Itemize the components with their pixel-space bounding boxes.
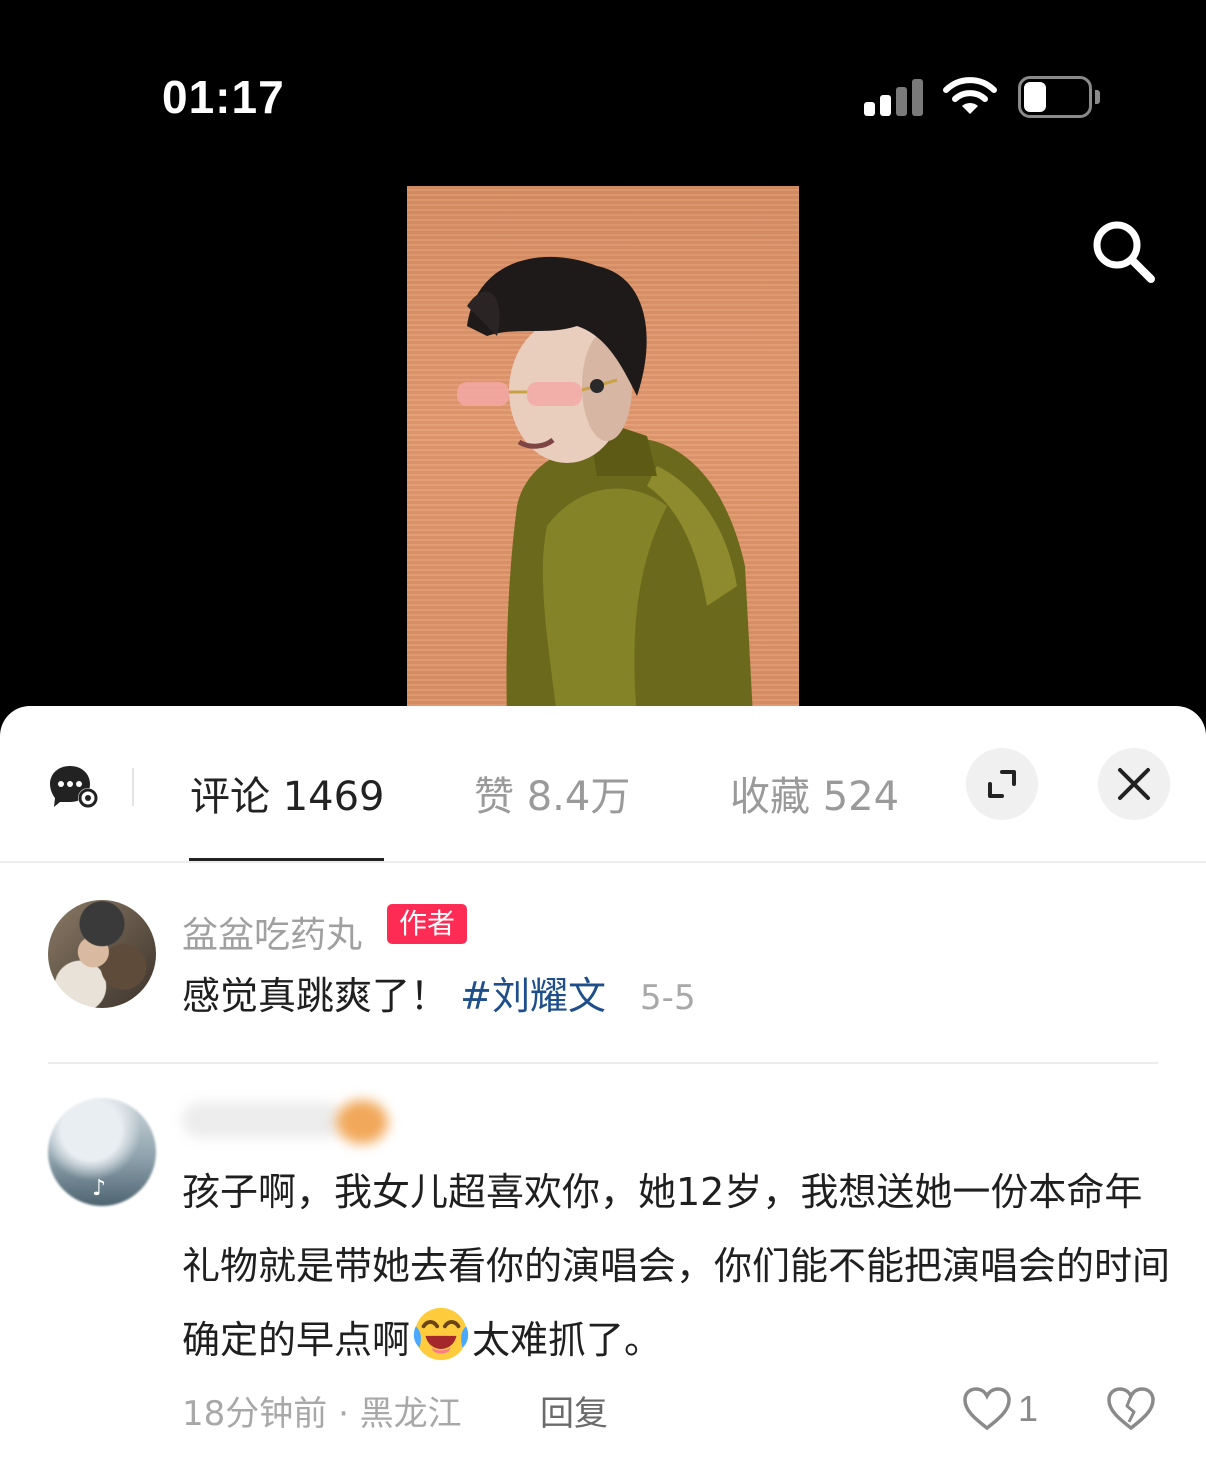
comment-body: 感觉真跳爽了！	[182, 974, 449, 1018]
avatar[interactable]	[48, 900, 156, 1008]
comment-date: 5-5	[640, 978, 696, 1018]
search-icon[interactable]	[1088, 216, 1158, 290]
comments-sheet: 评论 1469 赞 8.4万 收藏 524 盆盆吃药丸 作者 感觉真跳爽了！ #…	[0, 706, 1206, 1466]
close-icon	[1118, 768, 1150, 800]
video-thumbnail[interactable]	[407, 186, 799, 716]
expand-icon	[988, 770, 1016, 798]
author-badge: 作者	[387, 904, 468, 944]
tab-divider	[132, 768, 134, 806]
cellular-signal-icon	[864, 78, 924, 116]
blurred-badge-icon	[336, 1100, 388, 1144]
comment-meta: 18分钟前 · 黑龙江	[182, 1394, 462, 1434]
reply-button[interactable]: 回复	[540, 1386, 608, 1435]
hashtag-link[interactable]: #刘耀文	[460, 974, 606, 1018]
wifi-icon	[942, 74, 998, 122]
tiktok-logo-icon: ♪	[92, 1176, 107, 1201]
laughing-tears-emoji-icon	[413, 1307, 469, 1361]
chat-settings-icon[interactable]	[50, 764, 100, 814]
comment-body-end: 太难抓了。	[472, 1318, 663, 1362]
broken-heart-icon[interactable]	[1106, 1386, 1156, 1436]
tabs-row: 评论 1469 赞 8.4万 收藏 524	[0, 706, 1206, 863]
comment-divider	[48, 1062, 1158, 1064]
close-button[interactable]	[1098, 748, 1170, 820]
tab-comments[interactable]: 评论 1469	[190, 764, 385, 822]
sheet-separator	[0, 861, 1206, 863]
tab-likes[interactable]: 赞 8.4万	[474, 764, 630, 822]
comment-username[interactable]: 盆盆吃药丸	[182, 906, 362, 958]
tab-favorites[interactable]: 收藏 524	[730, 764, 906, 822]
blurred-username[interactable]	[182, 1102, 342, 1138]
like-count: 1	[1018, 1388, 1039, 1429]
battery-icon	[1018, 76, 1100, 118]
comment-body: 孩子啊，我女儿超喜欢你，她12岁，我想送她一份本命年礼物就是带她去看你的演唱会，…	[182, 1170, 1171, 1362]
comment-text: 孩子啊，我女儿超喜欢你，她12岁，我想送她一份本命年礼物就是带她去看你的演唱会，…	[182, 1155, 1172, 1377]
heart-icon[interactable]	[962, 1386, 1012, 1436]
status-time: 01:17	[162, 71, 285, 123]
expand-button[interactable]	[966, 748, 1038, 820]
comment-text: 感觉真跳爽了！ #刘耀文 5-5	[182, 959, 696, 1035]
